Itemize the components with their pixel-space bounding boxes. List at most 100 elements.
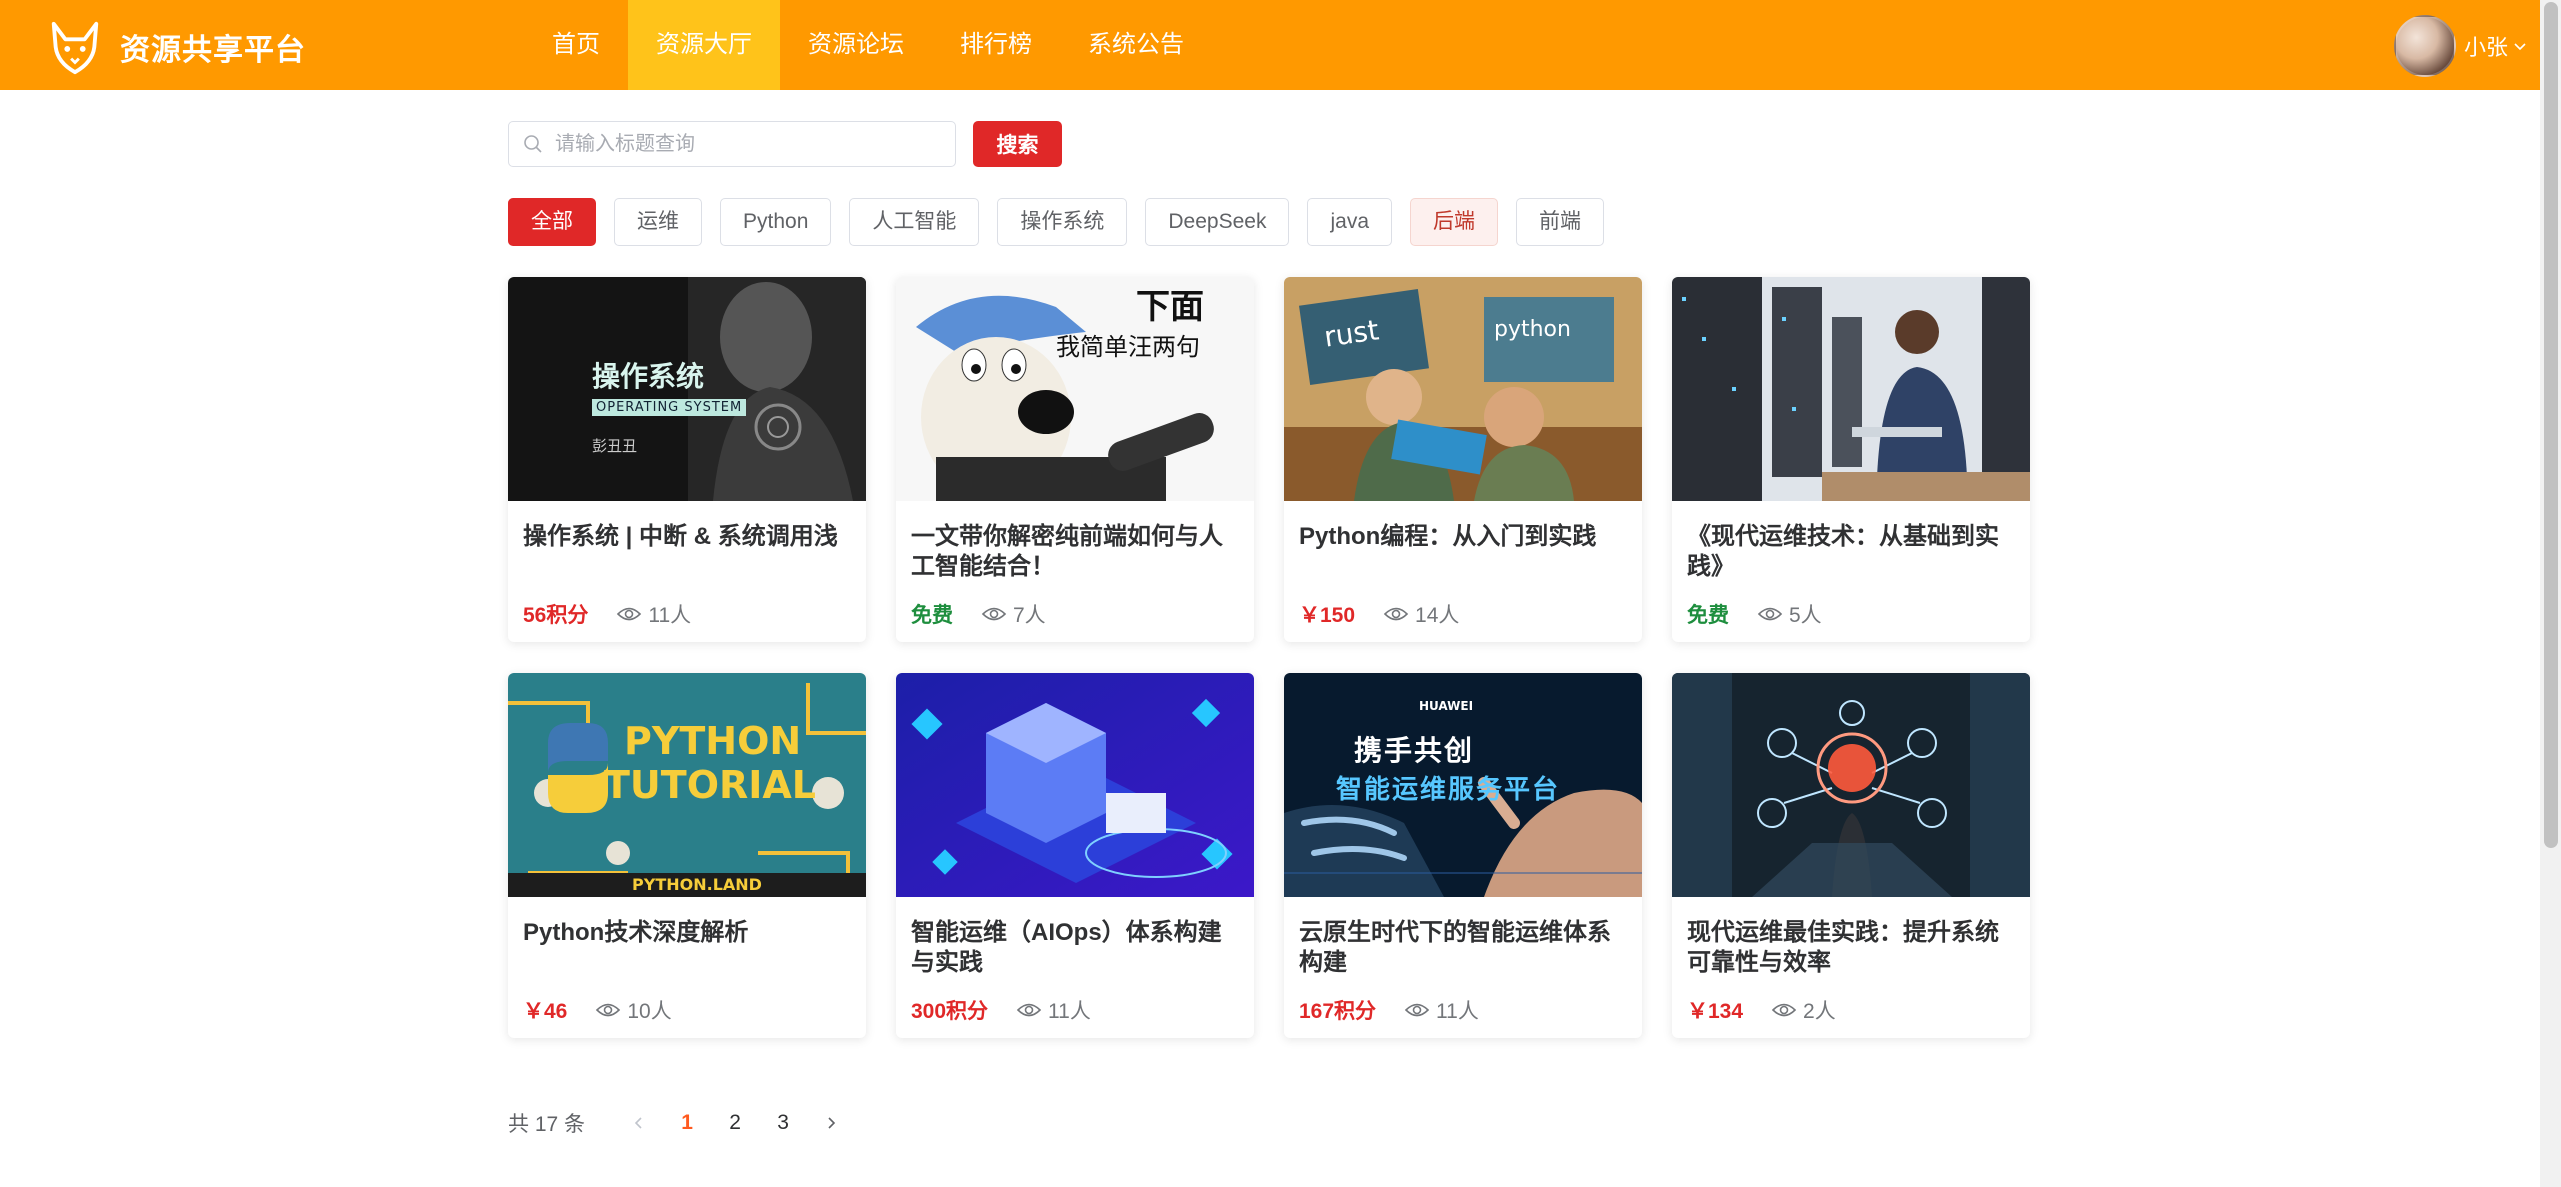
chevron-left-icon xyxy=(634,1117,642,1129)
search-button[interactable]: 搜索 xyxy=(973,121,1062,167)
resource-card[interactable]: 现代运维最佳实践：提升系统可靠性与效率 ￥134 2人 xyxy=(1672,673,2030,1038)
card-title[interactable]: 《现代运维技术：从基础到实践》 xyxy=(1687,522,2017,582)
view-count: 10人 xyxy=(595,995,672,1025)
eye-icon xyxy=(1771,1003,1797,1017)
next-page-button[interactable] xyxy=(807,1116,855,1130)
server-room-engineer-image xyxy=(1672,277,2030,501)
eye-icon xyxy=(981,607,1007,621)
thumb-text: 携手共创 xyxy=(1354,734,1475,767)
card-title[interactable]: 智能运维（AIOps）体系构建与实践 xyxy=(911,918,1241,978)
view-count: 11人 xyxy=(616,599,691,629)
view-count-text: 14人 xyxy=(1415,604,1460,627)
price-label: 免费 xyxy=(1687,604,1729,627)
tag-deepseek[interactable]: DeepSeek xyxy=(1145,198,1290,246)
eye-icon xyxy=(1383,607,1409,621)
view-count-text: 5人 xyxy=(1789,604,1822,627)
resource-grid: 操作系统 OPERATING SYSTEM 彭丑丑 操作系统 | 中断 & 系统… xyxy=(508,277,2031,1039)
eye-icon xyxy=(617,607,642,621)
view-count-text: 11人 xyxy=(1436,1000,1479,1023)
thumb-text: 操作系统 xyxy=(592,360,705,393)
view-count: 11人 xyxy=(1404,995,1479,1025)
card-title[interactable]: 操作系统 | 中断 & 系统调用浅 xyxy=(523,522,853,552)
price-label: ￥150 xyxy=(1299,604,1356,627)
python-tutorial-banner-image: PYTHON TUTORIAL PYTHON.LAND xyxy=(508,673,866,897)
scrollbar-thumb[interactable] xyxy=(2544,2,2558,848)
cartoon-dog-microphone-image: 下面 我简单汪两句 xyxy=(896,277,1254,501)
thumb-text: TUTORIAL xyxy=(604,763,817,807)
resource-card[interactable]: 《现代运维技术：从基础到实践》 免费 5人 xyxy=(1672,277,2030,642)
search-icon xyxy=(524,135,542,153)
thumb-text: 下面 xyxy=(1136,287,1204,327)
tag-ops[interactable]: 运维 xyxy=(614,198,702,246)
price-label: 300积分 xyxy=(911,1000,989,1023)
resource-card[interactable]: PYTHON TUTORIAL PYTHON.LAND Python技术深度解析… xyxy=(508,673,866,1038)
price-label: ￥46 xyxy=(523,1000,568,1023)
pagination: 共 17 条 1 2 3 xyxy=(508,1108,855,1138)
view-count: 14人 xyxy=(1383,599,1459,629)
search-field[interactable] xyxy=(508,121,956,167)
card-title[interactable]: Python技术深度解析 xyxy=(523,918,853,948)
tag-python[interactable]: Python xyxy=(720,198,832,246)
card-title[interactable]: Python编程：从入门到实践 xyxy=(1299,522,1629,552)
resource-card[interactable]: 智能运维（AIOps）体系构建与实践 300积分 11人 xyxy=(896,673,1254,1038)
brand[interactable]: 资源共享平台 xyxy=(46,18,306,76)
view-count: 11人 xyxy=(1016,995,1091,1025)
resource-card[interactable]: HUAWEI 携手共创 智能运维服务平台 云原生时代下的智能运维体系构建 167… xyxy=(1284,673,1642,1038)
page-3[interactable]: 3 xyxy=(759,1111,807,1135)
view-count-text: 11人 xyxy=(648,604,692,627)
price-label: 56积分 xyxy=(523,604,589,627)
nav-resource-hall[interactable]: 资源大厅 xyxy=(628,0,780,90)
nav-leaderboard[interactable]: 排行榜 xyxy=(932,0,1060,90)
tag-ai[interactable]: 人工智能 xyxy=(849,198,980,246)
eye-icon xyxy=(1016,1003,1042,1017)
view-count: 5人 xyxy=(1757,599,1822,629)
huawei-robot-hand-image: HUAWEI 携手共创 智能运维服务平台 xyxy=(1284,673,1642,897)
category-tags: 全部 运维 Python 人工智能 操作系统 DeepSeek java 后端 … xyxy=(508,198,1622,246)
price-label: ￥134 xyxy=(1687,1000,1744,1023)
top-navbar: 资源共享平台 首页 资源大厅 资源论坛 排行榜 系统公告 小张 xyxy=(0,0,2540,90)
resource-card[interactable]: rust python Python编程：从入门到实践 ￥150 14人 xyxy=(1284,277,1642,642)
tag-backend[interactable]: 后端 xyxy=(1410,198,1498,246)
eye-icon xyxy=(1404,1003,1430,1017)
app-title: 资源共享平台 xyxy=(120,34,306,67)
page-1[interactable]: 1 xyxy=(663,1111,711,1135)
card-meta: 167积分 11人 xyxy=(1299,995,1479,1025)
scrollbar[interactable] xyxy=(2540,0,2561,1187)
cyber-security-figure-image xyxy=(1672,673,2030,897)
resource-card[interactable]: 操作系统 OPERATING SYSTEM 彭丑丑 操作系统 | 中断 & 系统… xyxy=(508,277,866,642)
card-title[interactable]: 云原生时代下的智能运维体系构建 xyxy=(1299,918,1629,978)
thumb-text: python xyxy=(1494,317,1571,342)
thumb-text: 智能运维服务平台 xyxy=(1336,775,1561,805)
user-name[interactable]: 小张 xyxy=(2464,30,2508,62)
fox-logo-icon xyxy=(51,21,99,75)
rust-python-illustration-image: rust python xyxy=(1284,277,1642,501)
thumb-text: 彭丑丑 xyxy=(592,437,638,455)
eye-icon xyxy=(1757,607,1783,621)
nav-forum[interactable]: 资源论坛 xyxy=(780,0,932,90)
tag-os[interactable]: 操作系统 xyxy=(997,198,1128,246)
chevron-down-icon[interactable] xyxy=(2512,38,2528,54)
page-2[interactable]: 2 xyxy=(711,1111,759,1135)
view-count-text: 7人 xyxy=(1013,604,1046,627)
nav-announcements[interactable]: 系统公告 xyxy=(1060,0,1212,90)
view-count-text: 10人 xyxy=(627,1000,672,1023)
resource-card[interactable]: 下面 我简单汪两句 一文带你解密纯前端如何与人工智能结合！ 免费 7人 xyxy=(896,277,1254,642)
view-count-text: 2人 xyxy=(1803,1000,1836,1023)
card-title[interactable]: 现代运维最佳实践：提升系统可靠性与效率 xyxy=(1687,918,2017,978)
nav-home[interactable]: 首页 xyxy=(524,0,628,90)
card-meta: 300积分 11人 xyxy=(911,995,1091,1025)
search-input[interactable] xyxy=(553,131,937,157)
tag-java[interactable]: java xyxy=(1307,198,1392,246)
view-count-text: 11人 xyxy=(1048,1000,1091,1023)
isometric-datacenter-image xyxy=(896,673,1254,897)
user-menu[interactable]: 小张 xyxy=(2393,15,2528,77)
avatar[interactable] xyxy=(2393,15,2456,77)
chevron-right-icon xyxy=(828,1117,836,1129)
thumb-text: HUAWEI xyxy=(1419,699,1474,713)
tag-all[interactable]: 全部 xyxy=(508,198,596,246)
card-title[interactable]: 一文带你解密纯前端如何与人工智能结合！ xyxy=(911,522,1241,582)
card-meta: ￥134 2人 xyxy=(1687,995,1836,1025)
prev-page-button[interactable] xyxy=(615,1116,663,1130)
card-meta: 免费 5人 xyxy=(1687,599,1822,629)
tag-frontend[interactable]: 前端 xyxy=(1516,198,1604,246)
